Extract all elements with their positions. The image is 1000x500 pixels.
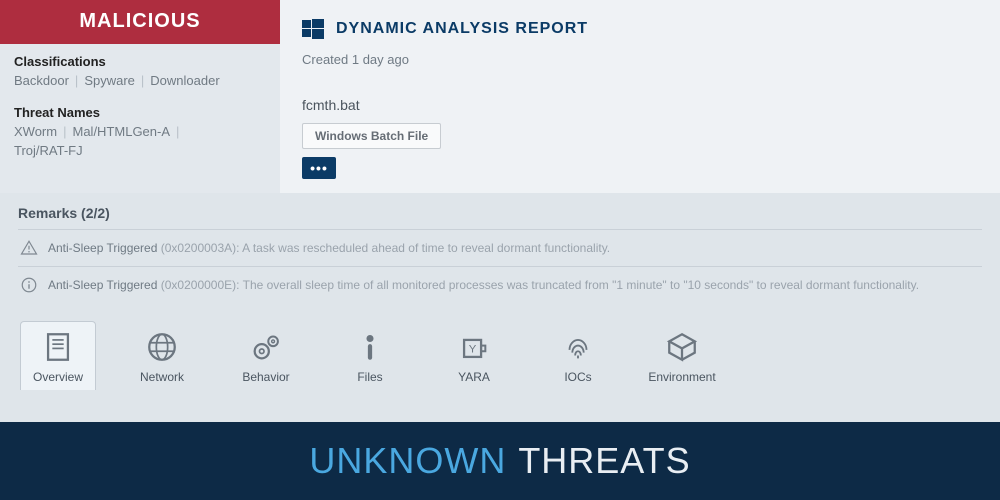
remark-code: (0x0200003A): — [161, 241, 240, 255]
tab-iocs[interactable]: IOCs — [540, 322, 616, 390]
tab-label: Network — [140, 370, 184, 384]
footer-word-1: UNKNOWN — [309, 440, 506, 482]
remark-title: Anti-Sleep Triggered — [48, 278, 157, 292]
document-icon — [41, 330, 75, 364]
remark-title: Anti-Sleep Triggered — [48, 241, 157, 255]
remarks-header: Remarks (2/2) — [18, 205, 982, 221]
tab-label: IOCs — [564, 370, 591, 384]
classification-item[interactable]: Downloader — [150, 73, 219, 88]
tab-label: Files — [357, 370, 382, 384]
remark-text: A task was rescheduled ahead of time to … — [242, 241, 610, 255]
filename: fcmth.bat — [302, 97, 978, 113]
footer-word-2: THREATS — [518, 440, 690, 482]
classification-item[interactable]: Backdoor — [14, 73, 69, 88]
tab-environment[interactable]: Environment — [644, 322, 720, 390]
tab-behavior[interactable]: Behavior — [228, 322, 304, 390]
tab-label: YARA — [458, 370, 490, 384]
cube-icon — [665, 330, 699, 364]
svg-text:Y: Y — [469, 344, 477, 356]
tab-files[interactable]: Files — [332, 322, 408, 390]
threat-name-item[interactable]: Troj/RAT-FJ — [14, 143, 83, 158]
threat-names-label: Threat Names — [14, 105, 266, 120]
warning-icon — [20, 239, 38, 257]
threat-name-item[interactable]: Mal/HTMLGen-A — [73, 124, 171, 139]
windows-icon — [302, 18, 324, 40]
puzzle-icon: Y — [457, 330, 491, 364]
classification-item[interactable]: Spyware — [84, 73, 135, 88]
report-panel: DYNAMIC ANALYSIS REPORT Created 1 day ag… — [280, 0, 1000, 193]
remark-row: Anti-Sleep Triggered (0x0200000E): The o… — [18, 266, 982, 303]
classifications-values: Backdoor|Spyware|Downloader — [14, 71, 266, 91]
tab-label: Overview — [33, 370, 83, 384]
info-icon — [20, 276, 38, 294]
report-title: DYNAMIC ANALYSIS REPORT — [336, 20, 588, 38]
gears-icon — [249, 330, 283, 364]
tab-yara[interactable]: Y YARA — [436, 322, 512, 390]
created-timestamp: Created 1 day ago — [302, 52, 978, 67]
verdict-panel: MALICIOUS Classifications Backdoor|Spywa… — [0, 0, 280, 193]
tab-label: Behavior — [242, 370, 289, 384]
filetype-badge: Windows Batch File — [302, 123, 441, 149]
threat-name-item[interactable]: XWorm — [14, 124, 57, 139]
tabs-row: Overview Network Behavior Files Y YARA I… — [0, 309, 1000, 398]
fingerprint-icon — [561, 330, 595, 364]
verdict-badge: MALICIOUS — [0, 0, 280, 44]
remarks-section: Remarks (2/2) Anti-Sleep Triggered (0x02… — [0, 193, 1000, 309]
remark-row: Anti-Sleep Triggered (0x0200003A): A tas… — [18, 229, 982, 266]
remark-text: The overall sleep time of all monitored … — [243, 278, 919, 292]
tab-overview[interactable]: Overview — [20, 321, 96, 390]
remark-code: (0x0200000E): — [161, 278, 240, 292]
globe-icon — [145, 330, 179, 364]
classifications-label: Classifications — [14, 54, 266, 69]
tab-label: Environment — [648, 370, 715, 384]
more-actions-button[interactable]: ••• — [302, 157, 336, 179]
footer-banner: UNKNOWN THREATS — [0, 422, 1000, 500]
tab-network[interactable]: Network — [124, 322, 200, 390]
info-icon — [353, 330, 387, 364]
threat-names-values: XWorm|Mal/HTMLGen-A|Troj/RAT-FJ — [14, 122, 266, 161]
